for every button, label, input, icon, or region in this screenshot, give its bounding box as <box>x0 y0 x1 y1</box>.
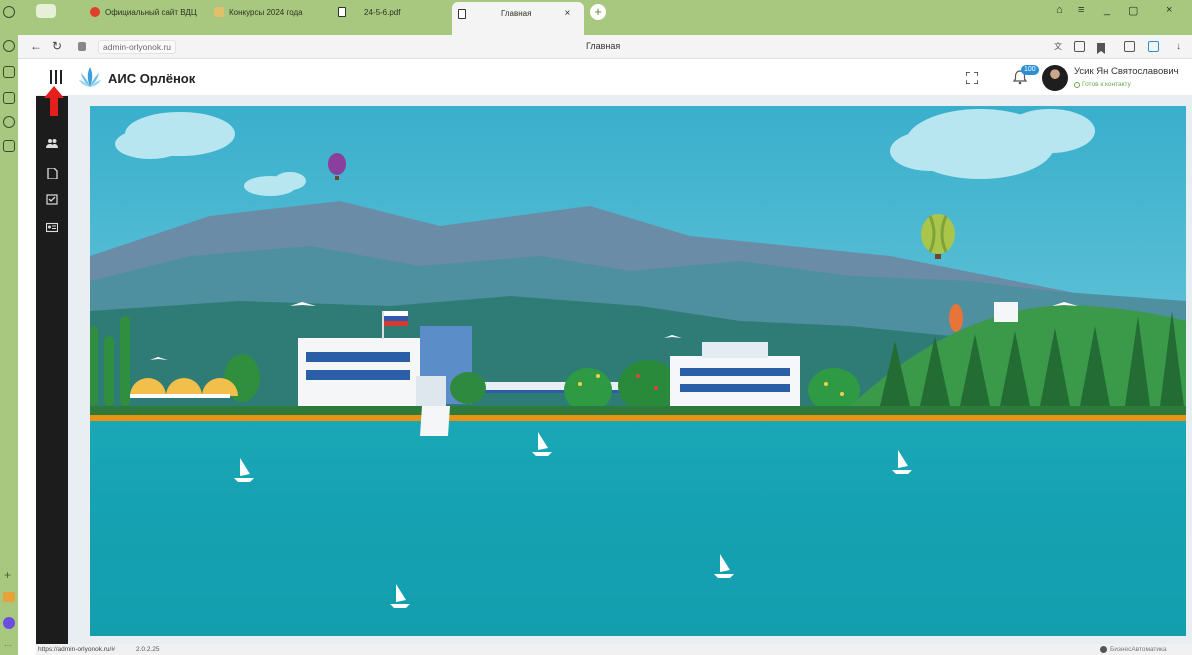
status-check-icon <box>1074 81 1080 88</box>
address-bar-row: ← ↻ admin-orlyonok.ru Главная 文 ↓ <box>18 35 1192 59</box>
brand-logo-icon <box>1100 646 1107 653</box>
calendar-icon[interactable] <box>3 92 15 104</box>
tab-home-active[interactable]: Главная × <box>452 2 584 35</box>
notes-icon[interactable] <box>3 66 15 78</box>
user-name[interactable]: Усик Ян Святославович <box>1074 66 1179 77</box>
landmark-statue <box>949 304 963 332</box>
app-sidebar <box>36 96 68 644</box>
menu-icon[interactable]: ≡ <box>1078 4 1084 16</box>
document-icon <box>458 8 466 19</box>
reload-icon[interactable]: ↻ <box>52 39 62 53</box>
translate-icon[interactable]: 文 <box>1054 41 1065 52</box>
opera-icon <box>90 7 100 17</box>
landmark-pavilion <box>994 302 1018 322</box>
lock-icon <box>78 42 86 51</box>
more-icon[interactable]: ··· <box>4 641 12 650</box>
gallery-icon[interactable] <box>3 140 15 152</box>
domed-houses <box>130 378 238 398</box>
tab-contests[interactable]: Конкурсы 2024 года <box>208 2 328 22</box>
tab-official-site[interactable]: Официальный сайт ВДЦ <box>84 2 204 22</box>
avatar[interactable] <box>1042 65 1068 91</box>
screenshot-icon[interactable]: ⌂ <box>1056 4 1063 16</box>
mail-icon[interactable] <box>3 592 15 602</box>
tab-group-button[interactable] <box>36 4 56 18</box>
reader-icon[interactable] <box>1074 41 1085 52</box>
hover-link-url: https://admin-orlyonok.ru/# <box>38 646 115 653</box>
url-field[interactable]: admin-orlyonok.ru <box>98 40 177 54</box>
page-title: Главная <box>586 41 621 51</box>
bookmark-icon[interactable] <box>1096 41 1107 54</box>
app-title: АИС Орлёнок <box>108 71 196 86</box>
new-tab-button[interactable]: + <box>590 4 606 20</box>
id-card-icon[interactable] <box>46 222 58 233</box>
maximize-icon[interactable]: ▢ <box>1128 4 1138 17</box>
user-status: Готов к контакту <box>1074 81 1131 88</box>
document-icon[interactable] <box>46 168 58 179</box>
download-icon[interactable]: ↓ <box>1176 41 1187 52</box>
profile-icon[interactable] <box>3 6 15 18</box>
bookmark-icon <box>214 7 224 17</box>
menu-toggle-button[interactable] <box>50 70 62 84</box>
people-icon[interactable] <box>46 138 58 149</box>
main-content <box>68 96 1192 644</box>
extensions-icon[interactable] <box>1124 41 1135 52</box>
add-panel-icon[interactable]: + <box>4 568 11 582</box>
history-icon[interactable] <box>3 40 15 52</box>
red-arrow-annotation <box>44 86 64 116</box>
vpn-icon[interactable] <box>1148 41 1159 52</box>
status-bar: https://admin-orlyonok.ru/# 2.0.2.25 Биз… <box>36 644 1192 655</box>
play-icon[interactable] <box>3 116 15 128</box>
close-tab-icon[interactable]: × <box>564 8 570 19</box>
notification-badge: 100 <box>1021 65 1039 75</box>
minimize-icon[interactable]: _ <box>1104 4 1110 16</box>
checklist-icon[interactable] <box>46 194 58 205</box>
app-version: 2.0.2.25 <box>136 646 160 653</box>
back-icon[interactable]: ← <box>30 39 42 53</box>
developer-brand[interactable]: БизнесАвтоматика <box>1100 644 1167 655</box>
tab-strip: Официальный сайт ВДЦ Конкурсы 2024 года … <box>18 0 1192 35</box>
orlyonok-logo-icon <box>79 67 101 87</box>
assistant-icon[interactable] <box>3 617 15 629</box>
fullscreen-icon[interactable] <box>966 72 978 84</box>
tab-pdf[interactable]: 24-5-6.pdf <box>358 2 428 22</box>
app-header: АИС Орлёнок 100 Усик Ян Святославович Го… <box>36 60 1192 96</box>
browser-side-rail: + ··· <box>0 0 18 655</box>
close-window-icon[interactable]: × <box>1166 4 1172 16</box>
document-icon <box>338 7 346 17</box>
camp-panorama-illustration <box>90 106 1186 636</box>
